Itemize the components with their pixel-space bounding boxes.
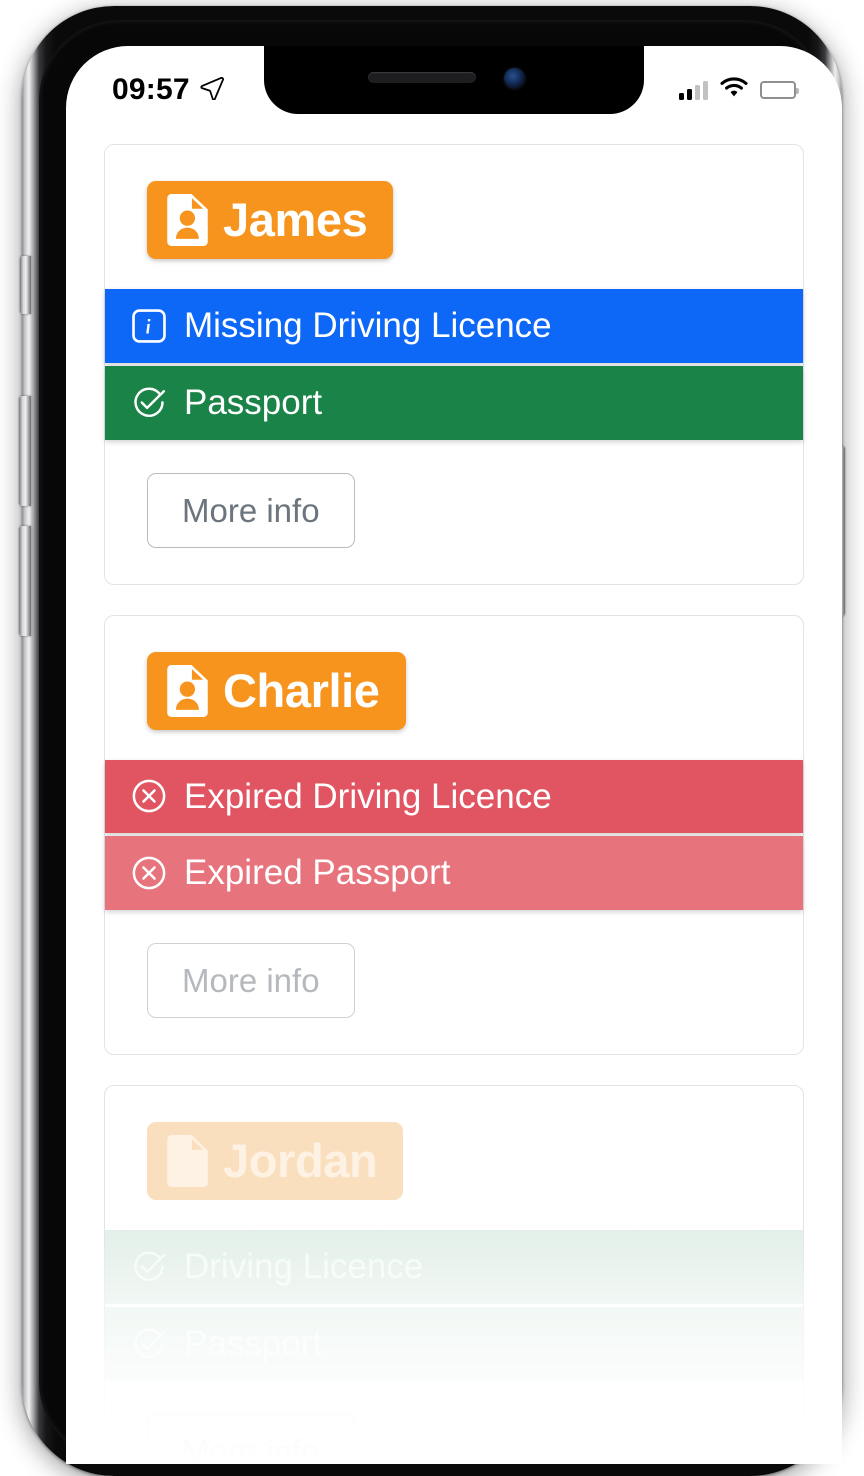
person-name-label: Jordan (223, 1134, 378, 1188)
location-arrow-icon (199, 75, 224, 105)
person-name-label: Charlie (223, 663, 380, 717)
status-row-label: Driving Licence (184, 1247, 424, 1286)
status-row[interactable]: Driving Licence (105, 1230, 803, 1304)
person-name-label: James (223, 193, 368, 247)
more-info-button[interactable]: More info (147, 472, 355, 548)
document-person-icon (167, 194, 209, 246)
document-person-icon (167, 664, 209, 717)
wifi-icon (719, 76, 749, 104)
document-person-icon (167, 1135, 209, 1187)
status-row[interactable]: Expired Passport (105, 836, 803, 910)
x-circle-icon (131, 855, 167, 891)
volume-down-button[interactable] (19, 526, 31, 636)
status-list-charlie: Expired Driving Licence Expired Passport (105, 759, 803, 910)
status-row[interactable]: Passport (105, 365, 803, 440)
status-row[interactable]: Missing Driving Licence (105, 289, 803, 363)
status-row-label: Passport (184, 1323, 323, 1363)
person-card-charlie[interactable]: Charlie Expired Driving Licence Expired … (104, 614, 804, 1055)
check-circle-icon (131, 1249, 167, 1285)
volume-up-button[interactable] (19, 396, 31, 506)
person-cards-list[interactable]: James Missing Driving Licence Passport M… (66, 120, 842, 1464)
name-badge-jordan: Jordan (147, 1122, 404, 1200)
status-row[interactable]: Expired Driving Licence (105, 759, 803, 834)
person-card-jordan[interactable]: Jordan Driving Licence Passport More inf… (104, 1085, 804, 1464)
earpiece-speaker-icon (368, 72, 476, 83)
mute-switch-button[interactable] (20, 256, 31, 314)
status-bar-right (679, 76, 799, 104)
check-circle-icon (131, 1326, 167, 1362)
x-circle-icon (131, 778, 167, 814)
phone-notch (264, 46, 644, 114)
status-row-label: Passport (184, 382, 323, 422)
status-bar-left: 09:57 (112, 75, 224, 105)
status-list-jordan: Driving Licence Passport (105, 1230, 803, 1381)
status-time: 09:57 (112, 73, 190, 106)
cellular-signal-icon (679, 80, 708, 100)
check-circle-icon (131, 385, 167, 421)
phone-device-frame: 09:57 James Missing Driving Licence Pass… (19, 6, 845, 1476)
battery-icon (760, 81, 799, 99)
status-row[interactable]: Passport (105, 1306, 803, 1381)
name-badge-james: James (147, 181, 394, 259)
name-badge-charlie: Charlie (147, 651, 406, 730)
more-info-button[interactable]: More info (147, 1413, 355, 1464)
phone-screen: 09:57 James Missing Driving Licence Pass… (66, 46, 842, 1464)
status-list-james: Missing Driving Licence Passport (105, 289, 803, 440)
status-row-label: Expired Driving Licence (184, 776, 552, 816)
status-row-label: Expired Passport (184, 853, 451, 893)
person-card-james[interactable]: James Missing Driving Licence Passport M… (104, 144, 804, 585)
more-info-button[interactable]: More info (147, 943, 355, 1018)
front-camera-icon (504, 68, 525, 89)
status-row-label: Missing Driving Licence (184, 306, 552, 345)
info-square-icon (131, 308, 167, 344)
